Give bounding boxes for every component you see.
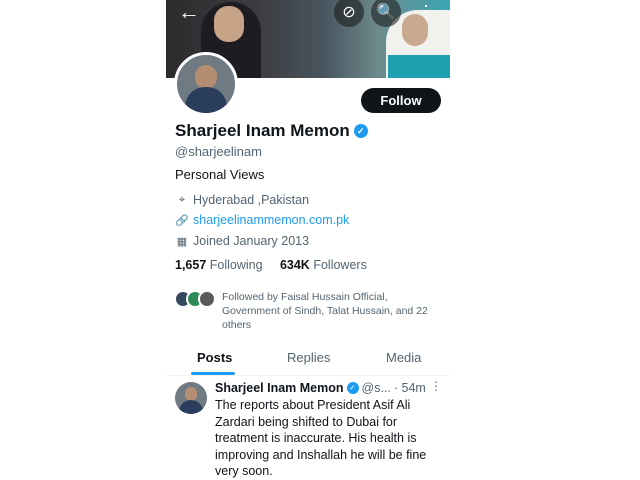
location-pin-icon: ⌖ <box>178 193 186 206</box>
followed-by-text: Followed by Faisal Hussain Official, Gov… <box>222 291 428 331</box>
website-link[interactable]: sharjeelinammemon.com.pk <box>193 213 349 227</box>
calendar-icon: ▦ <box>176 235 188 248</box>
banner-teal-shirt <box>388 55 450 78</box>
following-label: Following <box>209 258 263 272</box>
follow-stats: 1,657 Following 634K Followers <box>175 258 367 272</box>
profile-handle: @sharjeelinam <box>175 144 262 159</box>
joined-text: Joined January 2013 <box>193 234 310 248</box>
profile-bio: Personal Views <box>175 167 265 182</box>
tweet-verified-badge-icon: ✓ <box>346 382 359 394</box>
tweet-author-handle: @s... <box>361 381 391 395</box>
profile-tabs: Posts Replies Media <box>166 347 450 376</box>
banner-face-left <box>214 6 244 42</box>
profile-website: 🔗 sharjeelinammemon.com.pk <box>175 213 349 227</box>
profile-name: Sharjeel Inam Memon ✓ <box>175 121 368 141</box>
avatar-head <box>195 65 217 89</box>
back-arrow-icon[interactable]: ← <box>174 0 204 27</box>
follow-button[interactable]: Follow <box>361 88 441 113</box>
verified-badge-icon: ✓ <box>353 124 368 138</box>
tweet-header: Sharjeel Inam Memon ✓ @s... · 54m <box>215 381 426 395</box>
tweet-author-name[interactable]: Sharjeel Inam Memon <box>215 381 344 395</box>
followed-by[interactable]: Followed by Faisal Hussain Official, Gov… <box>174 290 444 332</box>
avatar-body <box>185 87 227 113</box>
tab-media[interactable]: Media <box>386 350 421 365</box>
active-tab-indicator <box>191 372 235 375</box>
tweet-avatar[interactable] <box>175 382 207 414</box>
profile-name-text: Sharjeel Inam Memon <box>175 121 350 140</box>
follower-avatar-3 <box>198 290 216 308</box>
tweet-timestamp[interactable]: · 54m <box>394 381 426 395</box>
tweet-avatar-head <box>185 387 197 401</box>
location-text: Hyderabad ,Pakistan <box>193 193 310 207</box>
profile-location: ⌖ Hyderabad ,Pakistan <box>175 193 309 207</box>
profile-joined: ▦ Joined January 2013 <box>175 234 309 248</box>
profile-avatar[interactable] <box>174 52 238 116</box>
link-icon: 🔗 <box>175 214 189 227</box>
tab-posts[interactable]: Posts <box>197 350 232 365</box>
following-link[interactable]: 1,657 Following <box>175 258 263 272</box>
followers-link[interactable]: 634K Followers <box>280 258 367 272</box>
profile-screen: ← ⊘ 🔍 ⋮ Follow Sharjeel Inam Memon ✓ @sha… <box>166 0 450 480</box>
followers-count: 634K <box>279 258 310 272</box>
tab-replies[interactable]: Replies <box>287 350 330 365</box>
tweet-more-icon[interactable]: ⋮ <box>430 379 442 393</box>
following-count: 1,657 <box>175 258 207 272</box>
tweet-avatar-body <box>179 400 203 414</box>
tweet-text: The reports about President Asif Ali Zar… <box>215 398 427 478</box>
followers-label: Followers <box>313 258 367 272</box>
